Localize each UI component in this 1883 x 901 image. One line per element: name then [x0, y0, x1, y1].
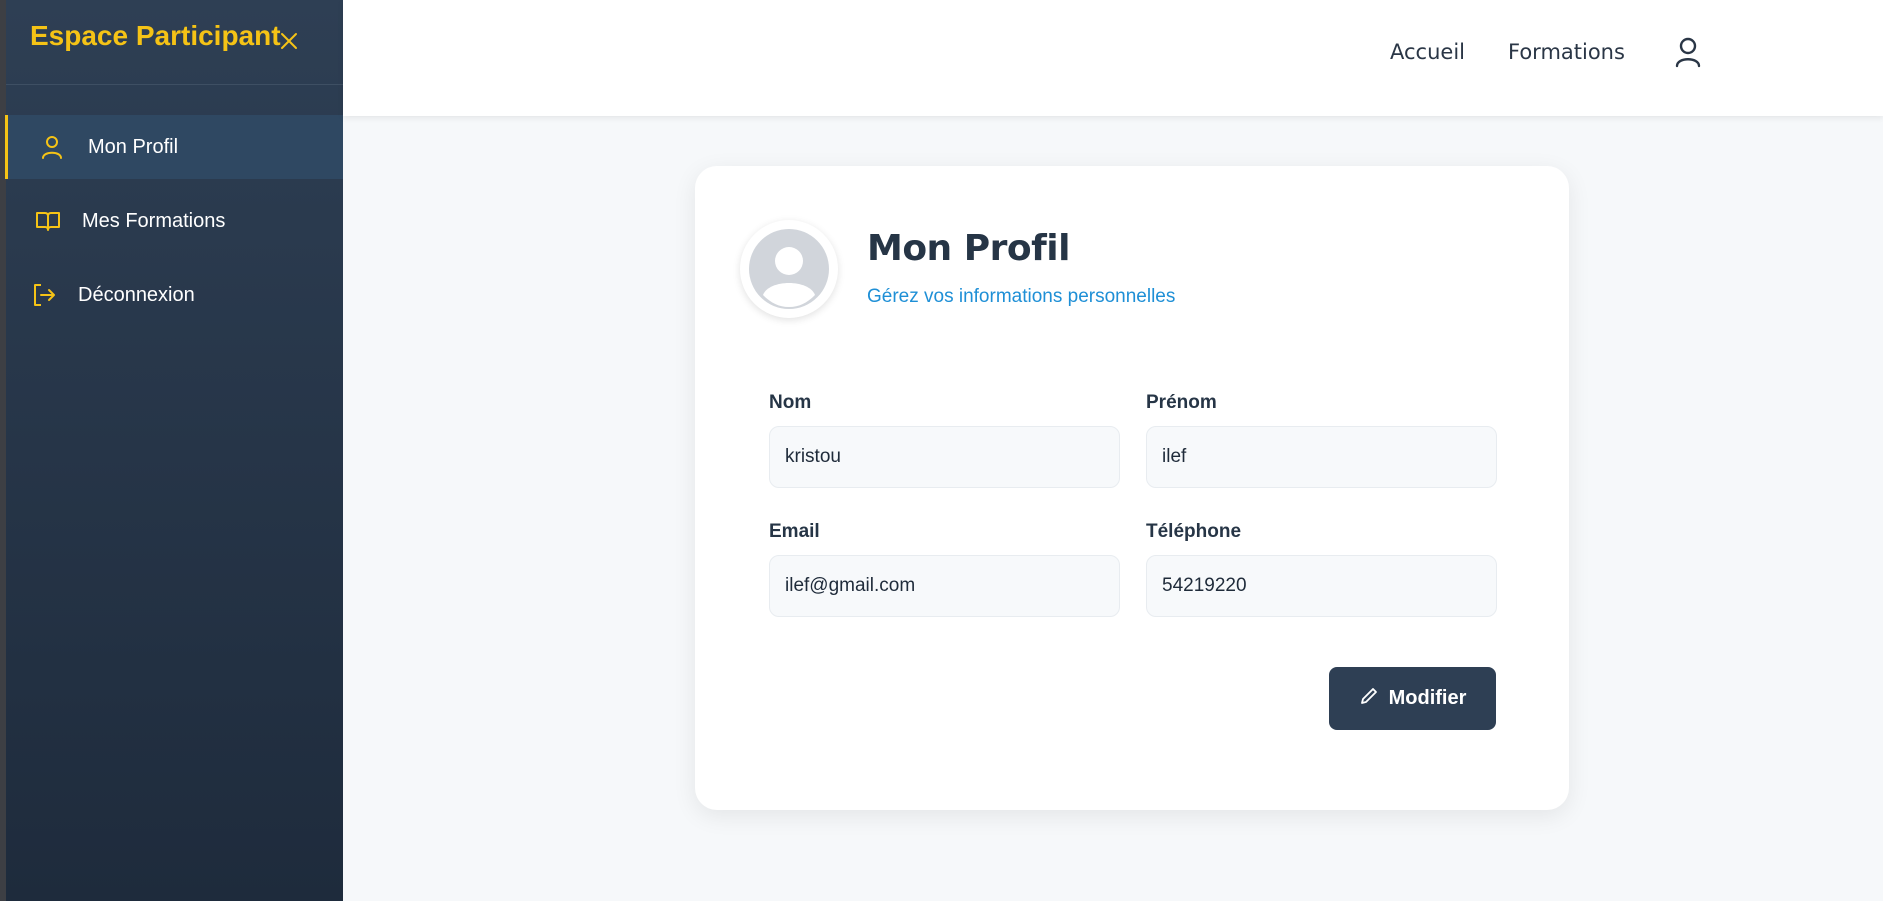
sidebar: Espace Participant Mon Profil Mes Format…: [0, 0, 343, 901]
nom-field[interactable]: [769, 426, 1120, 488]
telephone-label: Téléphone: [1146, 521, 1242, 542]
logout-icon: [30, 281, 58, 309]
sidebar-header: Espace Participant: [6, 0, 343, 85]
sidebar-title: Espace Participant: [30, 20, 281, 51]
page-subtitle: Gérez vos informations personnelles: [867, 286, 1176, 307]
avatar-placeholder-icon: [749, 229, 829, 309]
modify-button[interactable]: Modifier: [1329, 667, 1496, 730]
page-title: Mon Profil: [867, 228, 1070, 269]
nav-link-formations[interactable]: Formations: [1508, 40, 1625, 64]
sidebar-item-label: Mes Formations: [82, 209, 226, 232]
book-icon: [34, 207, 62, 235]
sidebar-item-label: Déconnexion: [78, 283, 195, 306]
pencil-icon: [1359, 686, 1379, 712]
close-icon[interactable]: [278, 30, 300, 52]
sidebar-item-deconnexion[interactable]: Déconnexion: [6, 263, 343, 327]
nom-label: Nom: [769, 392, 812, 413]
avatar: [740, 220, 838, 318]
telephone-field[interactable]: [1146, 555, 1497, 617]
user-icon: [38, 133, 66, 161]
prenom-label: Prénom: [1146, 392, 1217, 413]
modify-button-label: Modifier: [1388, 687, 1467, 709]
sidebar-item-label: Mon Profil: [88, 135, 179, 158]
email-label: Email: [769, 521, 820, 542]
sidebar-nav: Mon Profil Mes Formations Déconnexion: [5, 115, 343, 327]
prenom-field[interactable]: [1146, 426, 1497, 488]
nav-link-accueil[interactable]: Accueil: [1390, 40, 1465, 64]
email-field[interactable]: [769, 555, 1120, 617]
profile-card: Mon Profil Gérez vos informations person…: [695, 166, 1569, 810]
sidebar-item-mes-formations[interactable]: Mes Formations: [6, 189, 343, 253]
sidebar-item-mon-profil[interactable]: Mon Profil: [5, 115, 343, 179]
user-icon[interactable]: [1673, 36, 1703, 68]
top-navbar: Accueil Formations: [343, 0, 1883, 116]
